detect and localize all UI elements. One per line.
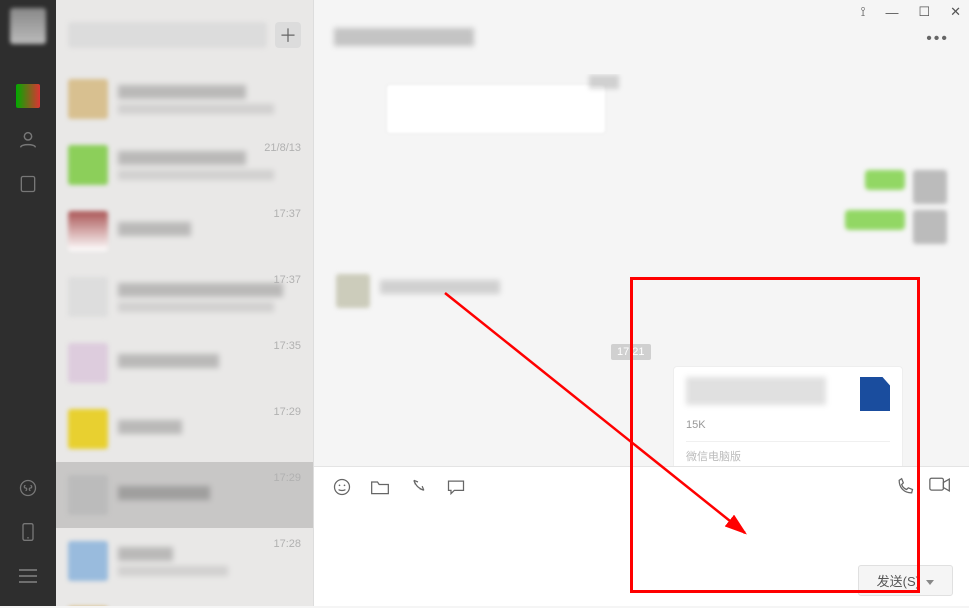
video-call-icon[interactable]	[929, 477, 951, 497]
voice-call-icon[interactable]	[895, 477, 915, 497]
chat-time: 17:29	[273, 472, 301, 484]
contacts-icon[interactable]	[16, 128, 40, 152]
compose-area[interactable]: 发送(S)	[314, 466, 969, 606]
my-avatar[interactable]	[10, 8, 46, 44]
emoji-icon[interactable]	[332, 477, 352, 497]
phone-icon[interactable]	[16, 520, 40, 544]
chat-item[interactable]: 17:37	[56, 264, 313, 330]
main-panel: ⟟ ― ☐ ✕ ••• 17:21 15K 微信电脑版	[314, 0, 969, 606]
menu-icon[interactable]	[16, 564, 40, 588]
chat-time: 17:29	[273, 406, 301, 418]
file-message[interactable]: 15K 微信电脑版	[673, 366, 903, 466]
chat-item[interactable]: 21/8/13	[56, 132, 313, 198]
nav-rail	[0, 0, 56, 606]
chat-item[interactable]: 17:29	[56, 396, 313, 462]
chat-item[interactable]: 17:28	[56, 528, 313, 594]
maximize-icon[interactable]: ☐	[918, 4, 930, 20]
chat-history-icon[interactable]	[446, 478, 466, 496]
chat-item[interactable]	[56, 66, 313, 132]
chat-list: 21/8/13 17:37 17:37 17:35 17:29 17:29 17…	[56, 66, 313, 606]
close-icon[interactable]: ✕	[950, 4, 961, 20]
message-area: 17:21 15K 微信电脑版 17:26	[314, 74, 969, 466]
pin-icon[interactable]: ⟟	[861, 4, 866, 20]
search-input[interactable]	[68, 22, 267, 48]
quoted-card[interactable]	[386, 84, 606, 134]
chat-time: 21/8/13	[264, 142, 301, 154]
app-window: ＋ 21/8/13 17:37 17:37 17:35 17:29 17:29 …	[0, 0, 969, 606]
file-source: 微信电脑版	[686, 441, 890, 464]
file-type-icon	[860, 377, 890, 411]
window-controls: ⟟ ― ☐ ✕	[314, 0, 969, 24]
chat-time: 17:37	[273, 208, 301, 220]
minimize-icon[interactable]: ―	[885, 5, 898, 20]
miniprogram-icon[interactable]	[16, 476, 40, 500]
new-chat-button[interactable]: ＋	[275, 22, 301, 48]
send-button[interactable]: 发送(S)	[858, 565, 953, 596]
chat-time: 17:35	[273, 340, 301, 352]
chat-tab-icon[interactable]	[16, 84, 40, 108]
chat-time: 17:37	[273, 274, 301, 286]
folder-icon[interactable]	[370, 478, 390, 496]
chat-title	[334, 28, 474, 46]
file-name	[686, 377, 826, 405]
file-size: 15K	[686, 419, 890, 431]
chat-list-sidebar: ＋ 21/8/13 17:37 17:37 17:35 17:29 17:29 …	[56, 0, 314, 606]
timestamp-chip: 17:21	[611, 344, 651, 360]
chat-item[interactable]: 17:37	[56, 198, 313, 264]
message-out[interactable]	[336, 170, 947, 204]
message-out[interactable]	[336, 210, 947, 244]
chat-item[interactable]: 17:29	[56, 462, 313, 528]
chat-more-icon[interactable]: •••	[926, 24, 949, 48]
screenshot-icon[interactable]	[408, 477, 428, 497]
favorites-icon[interactable]	[16, 172, 40, 196]
chat-item[interactable]	[56, 594, 313, 606]
chat-time: 17:28	[273, 538, 301, 550]
chat-item[interactable]: 17:35	[56, 330, 313, 396]
message-in[interactable]	[336, 274, 947, 308]
